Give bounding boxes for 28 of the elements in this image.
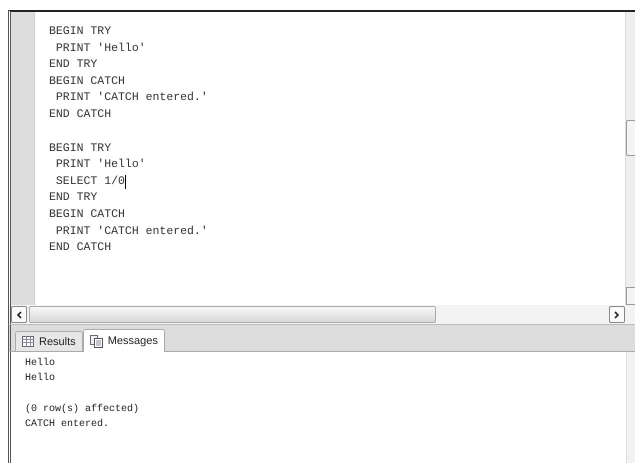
scrollbar[interactable]: [626, 352, 635, 463]
documents-icon: [90, 334, 103, 348]
code-line: END CATCH: [49, 240, 112, 256]
code-line: BEGIN TRY: [49, 24, 112, 40]
code-line: PRINT 'CATCH entered.': [54, 90, 208, 106]
message-line: Hello: [25, 356, 56, 371]
code-line: END TRY: [49, 57, 98, 74]
code-line: BEGIN CATCH: [49, 206, 125, 223]
code-line: END TRY: [49, 190, 98, 206]
message-line: CATCH entered.: [25, 418, 110, 432]
chevron-right-icon: [614, 310, 620, 318]
code-line: BEGIN TRY: [49, 140, 112, 157]
code-line: PRINT 'Hello': [54, 157, 146, 174]
pane-tab[interactable]: Results: [15, 331, 83, 351]
message-line: (0 row(s) affected): [25, 402, 140, 417]
grid-icon: [22, 336, 34, 347]
message-line: Hello: [25, 372, 56, 386]
code-line: END CATCH: [49, 106, 112, 123]
code-line: BEGIN CATCH: [49, 74, 125, 90]
scrollbar-thumb[interactable]: [626, 120, 635, 156]
scroll-left-button[interactable]: [11, 306, 27, 323]
code-line: SELECT 1/0: [54, 174, 125, 190]
scrollbar-thumb[interactable]: [29, 306, 436, 323]
chevron-left-icon: [16, 310, 22, 318]
pane-tab[interactable]: Messages: [82, 329, 165, 352]
scroll-right-button[interactable]: [609, 306, 625, 323]
code-line: PRINT 'Hello': [54, 40, 146, 57]
code-line: PRINT 'CATCH entered.': [54, 224, 208, 240]
